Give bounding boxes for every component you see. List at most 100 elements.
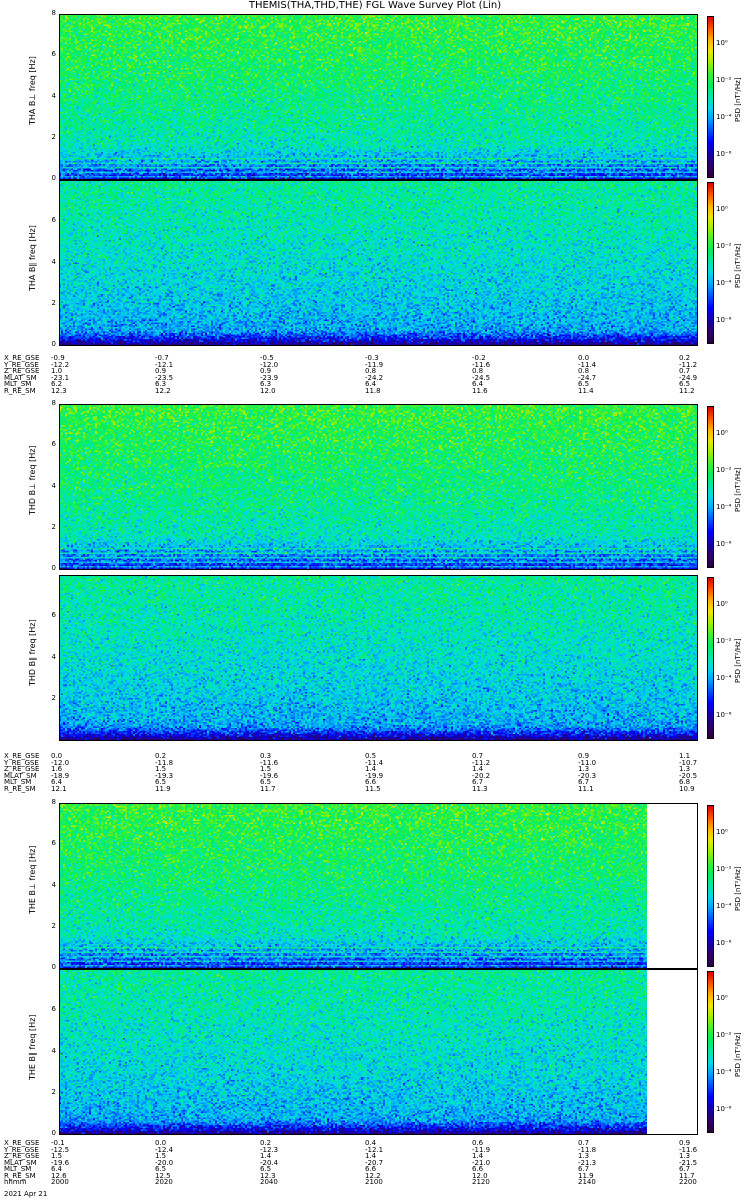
- colorbar-tick-label: 10⁻⁴: [716, 1068, 732, 1076]
- colorbar-label: PSD [nT²/Hz]: [734, 637, 742, 683]
- colorbar-tick-label: 10⁻⁶: [716, 711, 732, 719]
- y-tick-label: 4: [51, 1046, 56, 1055]
- ephemeris-value: 2040: [260, 1178, 278, 1186]
- y-axis-label: THD B⊥ freq [Hz]: [28, 444, 37, 515]
- y-tick-label: 6: [51, 1005, 56, 1014]
- colorbar-the_bl: [707, 805, 713, 966]
- colorbar-tick-label: 10⁻²: [716, 466, 732, 474]
- colorbar-tick-label: 10⁰: [716, 600, 728, 608]
- colorbar-label: PSD [nT²/Hz]: [734, 466, 742, 512]
- y-tick-label: 8: [51, 399, 56, 407]
- colorbar-tick-label: 10⁰: [716, 994, 728, 1002]
- y-tick-label: 8: [51, 798, 56, 806]
- y-tick-label: 4: [51, 652, 56, 661]
- plot-title: THEMIS(THA,THD,THE) FGL Wave Survey Plot…: [248, 0, 502, 11]
- colorbar-tha_bpar: [707, 182, 713, 343]
- colorbar-label: PSD [nT²/Hz]: [734, 1031, 742, 1077]
- y-tick-label: 0: [51, 564, 56, 572]
- y-tick-label: 0: [51, 1129, 56, 1137]
- y-axis-label: THE B∥ freq [Hz]: [28, 1014, 37, 1080]
- ephemeris-value: 11.3: [472, 784, 488, 793]
- ephemeris-value: 2140: [578, 1178, 596, 1186]
- colorbar-tick-label: 10⁻²: [716, 76, 732, 84]
- spectrogram-tha_bl: [59, 14, 697, 179]
- ephemeris-value: 11.6: [472, 386, 488, 395]
- colorbar-tick-label: 10⁻⁶: [716, 939, 732, 947]
- ephemeris-value: 11.2: [679, 386, 695, 395]
- y-tick-label: 6: [51, 839, 56, 848]
- ephemeris-value: 11.1: [578, 784, 594, 793]
- ephemeris-row-name: R_RE_SM: [4, 784, 36, 793]
- colorbar-tha_bl: [707, 16, 713, 177]
- spectrogram-the_bpar: [59, 969, 697, 1134]
- ephemeris-value: 12.2: [155, 386, 171, 395]
- ephemeris-value: 10.9: [679, 784, 695, 793]
- ephemeris-value: 11.8: [365, 386, 381, 395]
- spectrogram-thd_bpar: [59, 575, 697, 740]
- y-tick-label: 6: [51, 50, 56, 59]
- y-tick-label: 8: [51, 9, 56, 17]
- ephemeris-value: 11.9: [155, 784, 171, 793]
- colorbar-tick-label: 10⁻²: [716, 637, 732, 645]
- y-tick-label: 2: [51, 1087, 56, 1096]
- ephemeris-value: 2000: [51, 1178, 69, 1186]
- y-tick-label: 2: [51, 132, 56, 141]
- spectrogram-the_bl: [59, 803, 697, 968]
- y-axis-label: THD B∥ freq [Hz]: [28, 618, 37, 686]
- y-tick-label: 6: [51, 611, 56, 620]
- spectrogram-tha_bpar: [59, 180, 697, 345]
- colorbar-label: PSD [nT²/Hz]: [734, 76, 742, 122]
- colorbar-tick-label: 10⁻⁶: [716, 316, 732, 324]
- y-tick-label: 6: [51, 440, 56, 449]
- colorbar-tick-label: 10⁻⁶: [716, 540, 732, 548]
- colorbar-tick-label: 10⁻²: [716, 1031, 732, 1039]
- y-tick-label: 2: [51, 522, 56, 531]
- colorbar-thd_bpar: [707, 577, 713, 738]
- ephemeris-value: 2200: [679, 1178, 697, 1186]
- y-tick-label: 0: [51, 963, 56, 971]
- colorbar-thd_bl: [707, 406, 713, 567]
- y-tick-label: 0: [51, 174, 56, 182]
- ephemeris-value: 11.5: [365, 784, 381, 793]
- y-tick-label: 4: [51, 880, 56, 889]
- colorbar-tick-label: 10⁻⁴: [716, 902, 732, 910]
- colorbar-tick-label: 10⁻⁴: [716, 279, 732, 287]
- ephemeris-value: 12.1: [51, 784, 67, 793]
- colorbar-tick-label: 10⁰: [716, 828, 728, 836]
- date-label: 2021 Apr 21: [4, 1190, 48, 1198]
- colorbar-tick-label: 10⁻⁶: [716, 150, 732, 158]
- colorbar-label: PSD [nT²/Hz]: [734, 242, 742, 288]
- ephemeris-row-name: R_RE_SM: [4, 386, 36, 395]
- y-tick-label: 4: [51, 91, 56, 100]
- ephemeris-value: 12.0: [260, 386, 276, 395]
- y-tick-label: 4: [51, 481, 56, 490]
- ephemeris-value: 2120: [472, 1178, 490, 1186]
- ephemeris-value: 2020: [155, 1178, 173, 1186]
- colorbar-tick-label: 10⁰: [716, 429, 728, 437]
- ephemeris-value: 12.3: [51, 386, 67, 395]
- colorbar-tick-label: 10⁻²: [716, 865, 732, 873]
- colorbar-tick-label: 10⁻⁴: [716, 674, 732, 682]
- y-tick-label: 0: [51, 340, 56, 348]
- y-tick-label: 6: [51, 216, 56, 225]
- ephemeris-value: 11.7: [260, 784, 276, 793]
- colorbar-tick-label: 10⁻⁶: [716, 1105, 732, 1113]
- y-tick-label: 2: [51, 693, 56, 702]
- colorbar-tick-label: 10⁰: [716, 205, 728, 213]
- colorbar-tick-label: 10⁻²: [716, 242, 732, 250]
- ephemeris-value: 11.4: [578, 386, 594, 395]
- colorbar-tick-label: 10⁻⁴: [716, 503, 732, 511]
- y-axis-label: THA B∥ freq [Hz]: [28, 224, 37, 291]
- colorbar-label: PSD [nT²/Hz]: [734, 865, 742, 911]
- spectrogram-thd_bl: [59, 404, 697, 569]
- y-tick-label: 2: [51, 921, 56, 930]
- colorbar-tick-label: 10⁻⁴: [716, 113, 732, 121]
- y-tick-label: 4: [51, 257, 56, 266]
- y-axis-label: THA B⊥ freq [Hz]: [28, 55, 37, 125]
- colorbar-tick-label: 10⁰: [716, 39, 728, 47]
- colorbar-the_bpar: [707, 971, 713, 1132]
- y-tick-label: 2: [51, 298, 56, 307]
- y-axis-label: THE B⊥ freq [Hz]: [28, 845, 37, 914]
- ephemeris-value: 2100: [365, 1178, 383, 1186]
- ephemeris-row-name: hhmm: [4, 1178, 27, 1186]
